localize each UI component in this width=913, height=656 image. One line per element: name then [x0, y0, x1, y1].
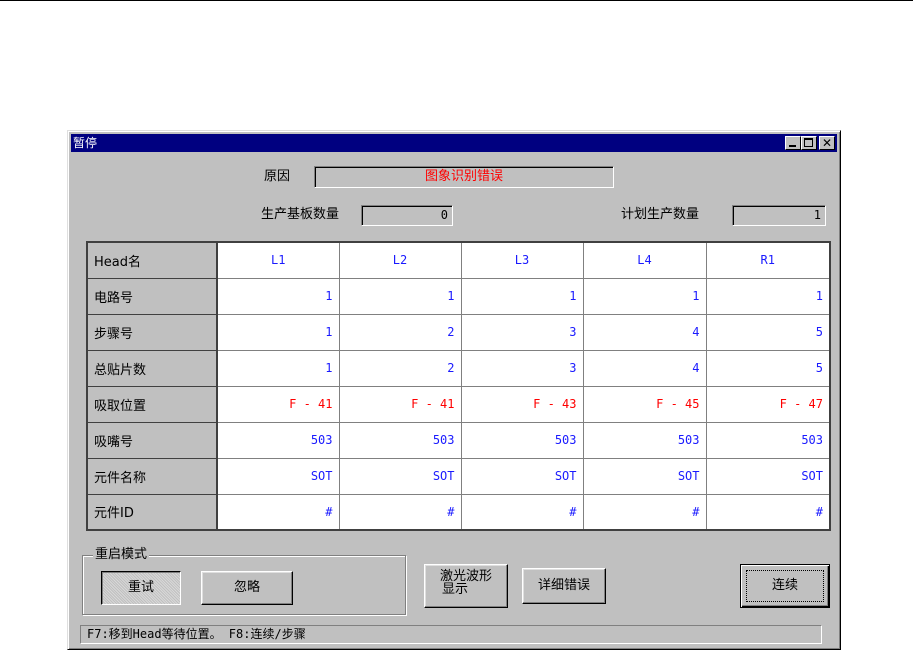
status-bar: F7:移到Head等待位置。 F8:连续/步骤 [80, 625, 822, 644]
row-label: 电路号 [86, 277, 218, 315]
table-cell: SOT [216, 457, 340, 495]
minimize-button[interactable] [785, 136, 801, 150]
table-cell: 5 [705, 349, 831, 387]
table-cell: # [705, 493, 831, 531]
table-cell: # [582, 493, 707, 531]
detail-error-button[interactable]: 详细错误 [522, 568, 606, 604]
detail-error-label: 详细错误 [537, 578, 590, 593]
row-label: 吸嘴号 [86, 421, 218, 459]
table-cell: 503 [216, 421, 340, 459]
table-cell: 4 [582, 313, 707, 351]
retry-button-label: 重试 [127, 580, 154, 595]
table-cell: F - 41 [216, 385, 340, 423]
focus-indicator [746, 570, 824, 602]
row-label: 元件名称 [86, 457, 218, 495]
head-name-header: Head名 [86, 241, 218, 279]
ignore-button-label: 忽略 [233, 580, 260, 595]
title-bar[interactable]: 暂停 ✕ [71, 134, 837, 152]
table-row: 吸嘴号 503 503 503 503 503 [86, 421, 831, 459]
table-cell: 1 [216, 277, 340, 315]
laser-waveform-button[interactable]: 激光波形 显示 [424, 564, 508, 608]
table-cell: # [460, 493, 584, 531]
table-cell: 503 [338, 421, 462, 459]
maximize-icon [804, 138, 813, 147]
table-cell: 4 [582, 349, 707, 387]
retry-button[interactable]: 重试 [101, 571, 181, 605]
table-cell: F - 41 [338, 385, 462, 423]
row-label: 步骤号 [86, 313, 218, 351]
table-cell: 503 [460, 421, 584, 459]
minimize-icon [789, 145, 796, 147]
table-cell: 3 [460, 313, 584, 351]
reason-label: 原因 [264, 169, 291, 184]
planned-count-label: 计划生产数量 [621, 207, 700, 222]
table-cell: SOT [338, 457, 462, 495]
table-cell: 5 [705, 313, 831, 351]
table-cell: 1 [582, 277, 707, 315]
column-header-l4: L4 [582, 241, 707, 279]
table-cell: 1 [705, 277, 831, 315]
restart-mode-legend: 重启模式 [93, 547, 150, 563]
table-cell: 3 [460, 349, 584, 387]
row-label: 元件ID [86, 493, 218, 531]
table-cell: F - 45 [582, 385, 707, 423]
head-data-table: Head名 L1 L2 L3 L4 R1 电路号 1 1 1 1 1 步骤号 1… [86, 241, 831, 531]
table-cell: SOT [705, 457, 831, 495]
title-bar-buttons: ✕ [785, 136, 835, 150]
table-cell: # [216, 493, 340, 531]
reason-field: 图象识别错误 [314, 166, 614, 188]
pause-dialog: 暂停 ✕ 原因 图象识别错误 生产基板数量 0 计划生产数量 1 Head名 L… [67, 130, 841, 650]
close-button[interactable]: ✕ [819, 136, 835, 150]
maximize-button[interactable] [801, 136, 817, 150]
close-icon: ✕ [821, 136, 833, 150]
table-row: 元件名称 SOT SOT SOT SOT SOT [86, 457, 831, 495]
continue-button[interactable]: 连续 [740, 564, 830, 608]
table-row: 总贴片数 1 2 3 4 5 [86, 349, 831, 387]
board-count-label: 生产基板数量 [261, 207, 340, 222]
planned-count-field: 1 [732, 205, 826, 226]
ignore-button[interactable]: 忽略 [201, 571, 293, 605]
column-header-l1: L1 [216, 241, 340, 279]
table-cell: 1 [216, 313, 340, 351]
table-row: 步骤号 1 2 3 4 5 [86, 313, 831, 351]
table-cell: 2 [338, 313, 462, 351]
column-header-r1: R1 [705, 241, 831, 279]
table-cell: 503 [705, 421, 831, 459]
window-title: 暂停 [73, 136, 98, 150]
table-cell: 1 [338, 277, 462, 315]
row-label: 总贴片数 [86, 349, 218, 387]
table-cell: SOT [582, 457, 707, 495]
table-cell: # [338, 493, 462, 531]
column-header-l2: L2 [338, 241, 462, 279]
page-top-rule [0, 0, 913, 1]
column-header-l3: L3 [460, 241, 584, 279]
table-cell: F - 43 [460, 385, 584, 423]
table-cell: 1 [216, 349, 340, 387]
table-cell: F - 47 [705, 385, 831, 423]
table-row: 电路号 1 1 1 1 1 [86, 277, 831, 315]
table-cell: SOT [460, 457, 584, 495]
laser-waveform-label-line2: 显示 [441, 582, 468, 597]
row-label: 吸取位置 [86, 385, 218, 423]
table-row: 吸取位置 F - 41 F - 41 F - 43 F - 45 F - 47 [86, 385, 831, 423]
restart-mode-group: 重启模式 重试 忽略 [82, 547, 406, 615]
table-cell: 503 [582, 421, 707, 459]
table-cell: 2 [338, 349, 462, 387]
status-text: F7:移到Head等待位置。 F8:连续/步骤 [87, 627, 306, 641]
table-header-row: Head名 L1 L2 L3 L4 R1 [86, 241, 831, 279]
table-cell: 1 [460, 277, 584, 315]
board-count-field: 0 [361, 205, 453, 226]
table-row: 元件ID # # # # # [86, 493, 831, 531]
